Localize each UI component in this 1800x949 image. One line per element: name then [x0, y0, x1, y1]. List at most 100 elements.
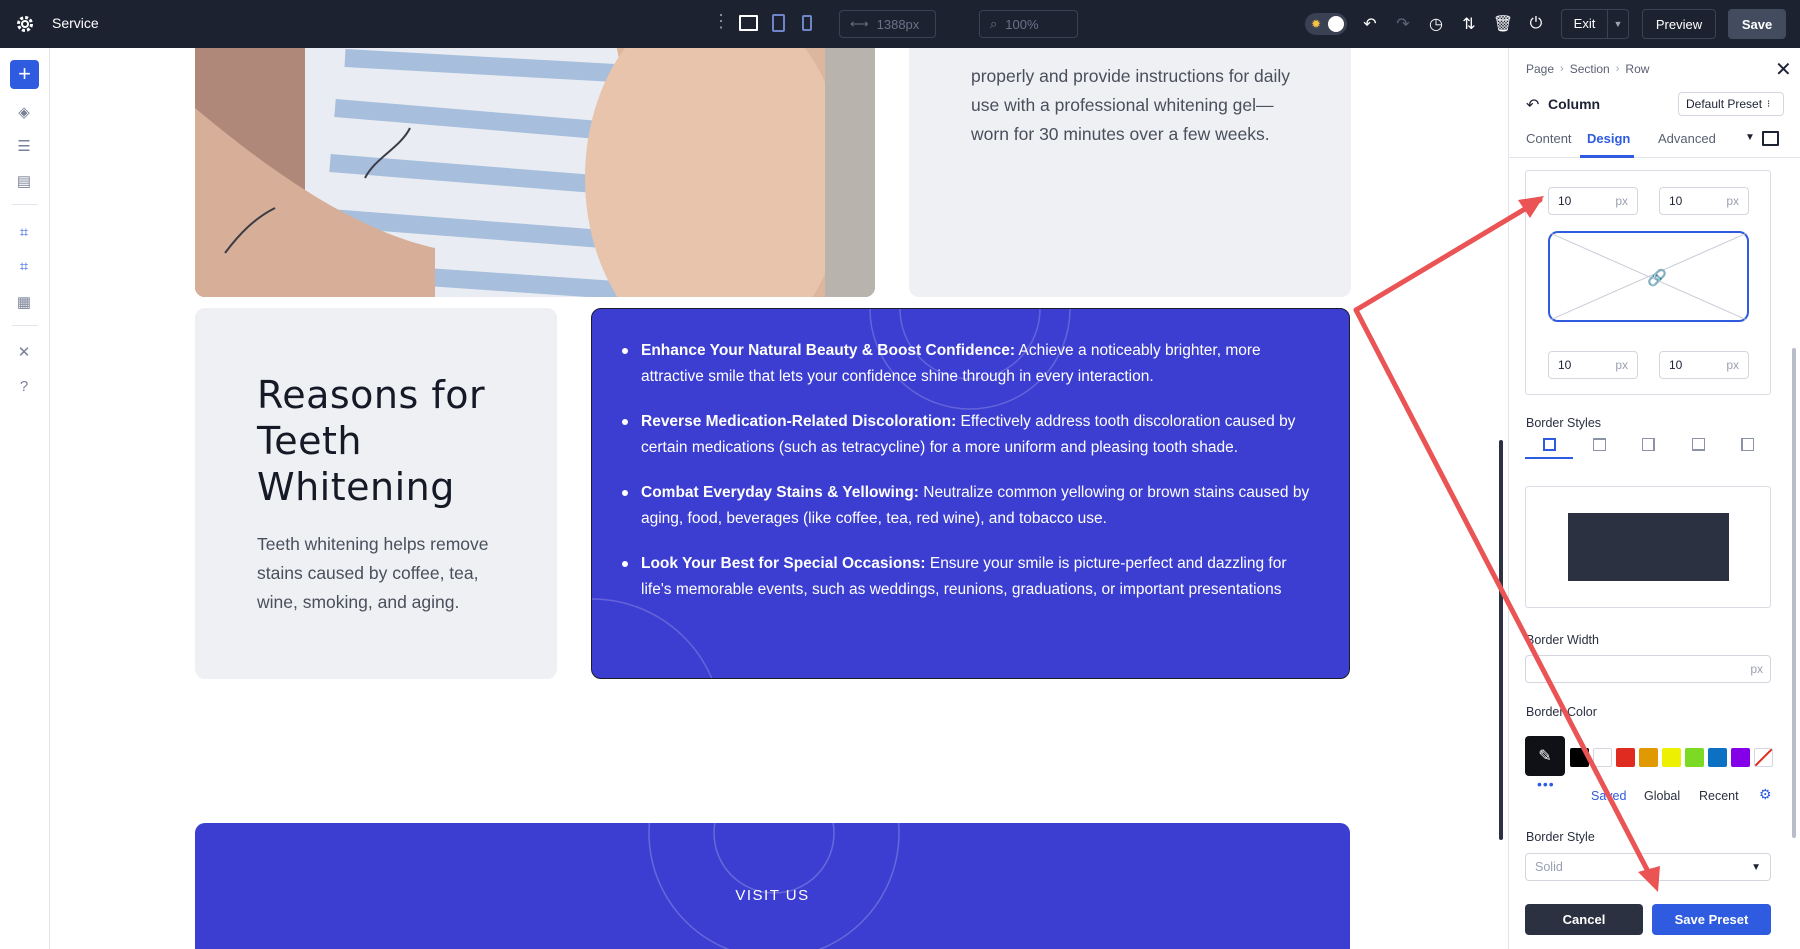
- border-all-sides-icon[interactable]: [1543, 438, 1556, 451]
- layers-icon[interactable]: ◈: [13, 101, 35, 123]
- breadcrumb-section[interactable]: Section: [1570, 62, 1610, 76]
- chevron-down-icon: ▼: [1751, 861, 1761, 873]
- border-width-input[interactable]: px: [1525, 655, 1771, 683]
- border-styles-label: Border Styles: [1526, 416, 1602, 430]
- color-settings-icon[interactable]: ⚙: [1759, 786, 1772, 803]
- builder-canvas: properly and provide instructions for da…: [51, 48, 1508, 949]
- radius-top-left-input[interactable]: 10 px: [1548, 187, 1638, 215]
- visit-us-card[interactable]: VISIT US: [195, 823, 1350, 949]
- border-radius-control: 10 px 10 px 🔗 10 px 10 px: [1525, 170, 1771, 395]
- preset-selector[interactable]: Default Preset ⁝: [1678, 92, 1784, 116]
- canvas-width-value: 1388px: [876, 16, 920, 32]
- top-info-card[interactable]: properly and provide instructions for da…: [909, 48, 1351, 297]
- color-swatch-yellow[interactable]: [1662, 748, 1681, 767]
- radius-bottom-right-input[interactable]: 10 px: [1659, 351, 1749, 379]
- border-side-selector: [1525, 432, 1771, 459]
- decorative-circles: [648, 823, 900, 949]
- redo-icon[interactable]: ↷: [1392, 12, 1414, 36]
- more-colors-icon[interactable]: •••: [1537, 776, 1555, 792]
- breadcrumb-row[interactable]: Row: [1625, 62, 1649, 76]
- cancel-button[interactable]: Cancel: [1525, 904, 1643, 935]
- color-swatch-white[interactable]: [1593, 748, 1612, 767]
- border-top-icon[interactable]: [1593, 438, 1606, 451]
- layout-icon[interactable]: ▤: [13, 170, 35, 192]
- color-tab-recent[interactable]: Recent: [1699, 789, 1739, 803]
- color-swatch-red[interactable]: [1616, 748, 1635, 767]
- breadcrumb-page[interactable]: Page: [1526, 62, 1554, 76]
- theme-toggle[interactable]: ✹: [1305, 13, 1347, 35]
- active-tab-indicator: [1580, 155, 1634, 158]
- history-icon[interactable]: ◷: [1425, 12, 1447, 36]
- sort-icon[interactable]: ⇅: [1458, 12, 1480, 36]
- template-stack-icon[interactable]: ⌗: [13, 255, 35, 277]
- sidebar-divider: [12, 204, 38, 205]
- color-swatch-green[interactable]: [1685, 748, 1704, 767]
- hero-photo[interactable]: [195, 48, 875, 297]
- zoom-field[interactable]: ⌕ 100%: [979, 10, 1078, 38]
- preview-button[interactable]: Preview: [1642, 9, 1716, 39]
- zoom-value: 100%: [1005, 16, 1039, 32]
- settings-gear-icon[interactable]: [14, 13, 36, 35]
- panel-scrollbar[interactable]: [1792, 348, 1796, 838]
- benefit-title: Enhance Your Natural Beauty & Boost Conf…: [641, 342, 1016, 359]
- radius-bottom-left-input[interactable]: 10 px: [1548, 351, 1638, 379]
- desktop-view-icon[interactable]: [739, 15, 758, 31]
- color-swatch-blue[interactable]: [1708, 748, 1727, 767]
- list-item: Combat Everyday Stains & Yellowing: Neut…: [621, 480, 1321, 532]
- reasons-card[interactable]: Reasons for Teeth Whitening Teeth whiten…: [195, 308, 557, 679]
- expand-panel-icon[interactable]: [1762, 131, 1779, 146]
- eyedropper-icon[interactable]: ✎: [1525, 736, 1565, 776]
- trash-icon[interactable]: 🗑: [1492, 12, 1514, 36]
- tools-icon[interactable]: ✕: [13, 341, 35, 363]
- save-button[interactable]: Save: [1728, 9, 1786, 39]
- border-preview: [1525, 486, 1771, 608]
- help-icon[interactable]: ?: [13, 375, 35, 397]
- template-icon[interactable]: ⌗: [13, 221, 35, 243]
- preset-settings-icon: ⁝: [1767, 98, 1771, 110]
- color-swatch-orange[interactable]: [1639, 748, 1658, 767]
- benefit-title: Look Your Best for Special Occasions:: [641, 555, 926, 572]
- power-icon[interactable]: ⏻: [1525, 12, 1547, 36]
- save-preset-button[interactable]: Save Preset: [1652, 904, 1771, 935]
- undo-icon[interactable]: ↶: [1359, 12, 1381, 36]
- border-left-icon[interactable]: [1741, 438, 1754, 451]
- selected-column-card[interactable]: Enhance Your Natural Beauty & Boost Conf…: [591, 308, 1350, 679]
- link-icon[interactable]: 🔗: [1647, 268, 1667, 288]
- canvas-width-field[interactable]: ⟷ 1388px: [839, 10, 936, 38]
- radius-top-right-input[interactable]: 10 px: [1659, 187, 1749, 215]
- phone-view-icon[interactable]: [802, 15, 812, 31]
- exit-button[interactable]: Exit ▼: [1561, 9, 1629, 39]
- close-icon[interactable]: ✕: [1775, 57, 1792, 82]
- benefits-list: Enhance Your Natural Beauty & Boost Conf…: [621, 338, 1321, 622]
- tablet-view-icon[interactable]: [772, 14, 785, 32]
- page-settings-icon[interactable]: ▦: [13, 291, 35, 313]
- add-module-button[interactable]: +: [10, 60, 39, 89]
- back-arrow-icon[interactable]: ↶: [1526, 95, 1539, 115]
- color-swatch-none[interactable]: [1754, 748, 1773, 767]
- border-bottom-icon[interactable]: [1692, 438, 1705, 451]
- border-right-icon[interactable]: [1642, 438, 1655, 451]
- border-style-select[interactable]: Solid ▼: [1525, 853, 1771, 881]
- chevron-down-icon[interactable]: ▼: [1608, 19, 1628, 29]
- color-swatch-black[interactable]: [1570, 748, 1589, 767]
- sidebar-divider: [12, 325, 38, 326]
- canvas-scrollbar[interactable]: [1499, 440, 1503, 840]
- border-preview-sample: [1568, 513, 1729, 581]
- left-sidebar: + ◈ ☰ ▤ ⌗ ⌗ ▦ ✕ ?: [0, 48, 50, 949]
- tab-design[interactable]: Design: [1587, 131, 1630, 146]
- database-icon[interactable]: ☰: [13, 135, 35, 157]
- chevron-down-icon[interactable]: ▼: [1745, 132, 1755, 143]
- reasons-heading: Reasons for Teeth Whitening: [257, 373, 486, 509]
- visit-us-label[interactable]: VISIT US: [195, 887, 1350, 904]
- color-tab-global[interactable]: Global: [1644, 789, 1680, 803]
- drag-handle-icon[interactable]: ⋮: [712, 12, 730, 30]
- settings-panel: Page › Section › Row ✕ ↶ Column Default …: [1508, 48, 1800, 949]
- color-tab-saved[interactable]: Saved: [1591, 789, 1626, 803]
- tab-advanced[interactable]: Advanced: [1658, 131, 1716, 146]
- benefit-title: Reverse Medication-Related Discoloration…: [641, 413, 957, 430]
- sun-icon: ✹: [1311, 17, 1322, 31]
- tab-content[interactable]: Content: [1526, 131, 1572, 146]
- border-color-label: Border Color: [1526, 705, 1597, 719]
- color-swatch-purple[interactable]: [1731, 748, 1750, 767]
- top-toolbar: Service ⋮ ⟷ 1388px ⌕ 100% ✹ ↶ ↷ ◷ ⇅ 🗑 ⏻ …: [0, 0, 1800, 48]
